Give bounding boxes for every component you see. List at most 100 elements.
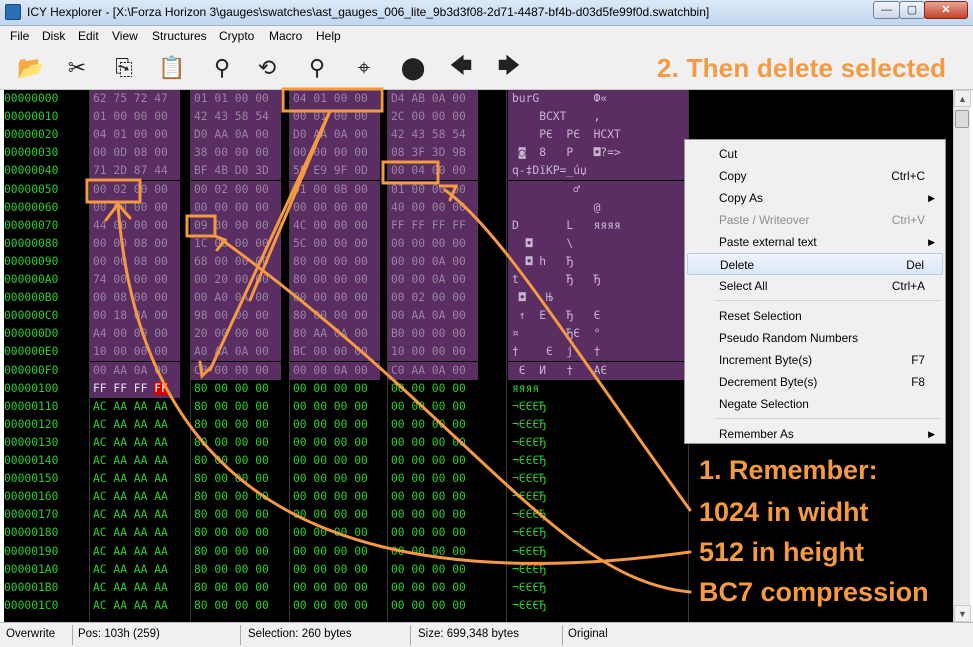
hex-group[interactable]: 80 00 00 00 xyxy=(191,506,281,524)
ascii-text[interactable]: BCXT , xyxy=(508,108,688,127)
vertical-scrollbar[interactable]: ▲ ▼ xyxy=(953,90,971,622)
hex-group[interactable]: 80 00 00 00 xyxy=(191,524,281,542)
hex-group[interactable]: AC AA AA AA xyxy=(90,398,180,416)
hex-group[interactable]: 00 00 00 00 xyxy=(388,380,478,398)
hex-group[interactable]: 00 00 00 00 xyxy=(290,452,380,470)
ascii-text[interactable]: @ xyxy=(508,198,688,217)
menu-macro[interactable]: Macro xyxy=(269,29,302,43)
hex-group[interactable]: 80 00 00 00 xyxy=(191,597,281,615)
scroll-thumb[interactable] xyxy=(955,110,969,128)
hex-group[interactable]: 80 00 00 00 xyxy=(191,416,281,434)
context-select-all[interactable]: Select All Ctrl+A xyxy=(687,275,943,297)
menu-crypto[interactable]: Crypto xyxy=(219,29,254,43)
hex-group[interactable]: 80 00 00 00 xyxy=(290,271,380,289)
hex-group[interactable]: 80 00 00 00 xyxy=(191,488,281,506)
ascii-text[interactable]: burG Ф« xyxy=(508,90,688,108)
minimize-button[interactable]: — xyxy=(873,1,900,19)
ascii-text[interactable]: Є И † АЄ xyxy=(508,361,688,380)
ascii-text[interactable]: ¬ЄЄЄЂ xyxy=(508,434,688,452)
hex-group[interactable]: B0 00 00 00 xyxy=(388,325,478,344)
hex-group[interactable]: 80 00 00 00 xyxy=(191,470,281,488)
hex-group[interactable]: 04 01 00 00 xyxy=(90,126,180,145)
hex-group[interactable]: 00 00 0A 00 xyxy=(290,361,380,380)
hex-group[interactable]: 2C 00 00 00 xyxy=(388,108,478,127)
hex-group[interactable]: AC AA AA AA xyxy=(90,434,180,452)
ascii-text[interactable]: ◘ Њ xyxy=(508,289,688,308)
copy-icon[interactable]: ⎘ xyxy=(107,52,141,84)
menu-file[interactable]: File xyxy=(10,29,29,43)
hex-group[interactable]: 40 00 00 00 xyxy=(388,198,478,217)
hex-group[interactable]: 00 00 00 00 xyxy=(290,416,380,434)
hex-group[interactable]: AC AA AA AA xyxy=(90,561,180,579)
hex-group[interactable]: FF FF FF FF xyxy=(90,379,180,398)
hex-group[interactable]: 00 00 00 00 xyxy=(388,416,478,434)
hex-group[interactable]: AC AA AA AA xyxy=(90,506,180,524)
hex-group[interactable]: D4 AB 0A 00 xyxy=(388,90,478,108)
hex-group[interactable]: 01 01 00 00 xyxy=(191,90,281,108)
ascii-text[interactable]: ◘ h Ђ xyxy=(508,252,688,271)
menu-edit[interactable]: Edit xyxy=(78,29,99,43)
hex-group[interactable]: 00 01 00 00 xyxy=(290,108,380,127)
hex-group[interactable]: 00 00 00 00 xyxy=(290,398,380,416)
menu-structures[interactable]: Structures xyxy=(152,29,207,43)
hex-group[interactable]: 00 00 00 00 xyxy=(90,198,180,217)
hex-group[interactable]: 00 00 00 00 xyxy=(290,470,380,488)
close-button[interactable]: ✕ xyxy=(924,1,968,19)
hex-group[interactable]: 00 00 00 00 xyxy=(290,380,380,398)
menu-help[interactable]: Help xyxy=(316,29,341,43)
hex-group[interactable]: 00 02 00 00 xyxy=(90,180,180,199)
hex-group[interactable]: D0 AA 0A 00 xyxy=(191,126,281,145)
hex-group[interactable]: 10 00 00 00 xyxy=(90,343,180,362)
ascii-text[interactable]: ¬ЄЄЄЂ xyxy=(508,452,688,470)
ascii-text[interactable]: ◘ \ xyxy=(508,234,688,253)
maximize-button[interactable]: ▢ xyxy=(899,1,925,19)
hex-group[interactable]: 00 00 00 00 xyxy=(388,597,478,615)
ascii-text[interactable]: ¬ЄЄЄЂ xyxy=(508,597,688,615)
ascii-text[interactable]: ¬ЄЄЄЂ xyxy=(508,524,688,542)
hex-group[interactable]: AC AA AA AA xyxy=(90,452,180,470)
scroll-down-icon[interactable]: ▼ xyxy=(954,605,971,622)
hex-group[interactable]: 00 00 00 00 xyxy=(388,434,478,452)
hex-group[interactable]: AC AA AA AA xyxy=(90,416,180,434)
hex-group[interactable]: 00 00 00 00 xyxy=(290,289,380,308)
hex-group[interactable]: 74 00 00 00 xyxy=(90,271,180,289)
hex-group[interactable]: 00 00 00 00 xyxy=(388,506,478,524)
find-next-icon[interactable]: ⚲ xyxy=(300,52,334,84)
menu-disk[interactable]: Disk xyxy=(42,29,65,43)
scissors-icon[interactable]: ✂ xyxy=(60,52,94,84)
forward-arrow-icon[interactable]: 🡆 xyxy=(492,52,526,84)
hex-group[interactable]: 00 00 00 00 xyxy=(290,506,380,524)
hex-group[interactable]: 00 A0 0A 00 xyxy=(191,289,281,308)
hex-group[interactable]: 00 00 00 00 xyxy=(388,452,478,470)
ascii-text[interactable]: ♂ xyxy=(508,180,688,199)
context-increment-byte-s[interactable]: Increment Byte(s) F7 xyxy=(687,349,943,371)
context-delete[interactable]: Delete Del xyxy=(687,253,943,275)
hex-group[interactable]: 00 00 08 00 xyxy=(90,252,180,271)
ascii-text[interactable]: ↑ E Ђ Є xyxy=(508,307,688,326)
ascii-text[interactable]: ¬ЄЄЄЂ xyxy=(508,470,688,488)
hex-group[interactable]: 4C 00 00 00 xyxy=(290,216,380,235)
ascii-text[interactable]: ¤ ЂЄ ° xyxy=(508,325,688,344)
hex-group[interactable]: 10 00 00 00 xyxy=(388,343,478,362)
hex-group[interactable]: AC AA AA AA xyxy=(90,470,180,488)
hex-group[interactable]: 80 00 00 00 xyxy=(191,561,281,579)
ascii-text[interactable]: ¬ЄЄЄЂ xyxy=(508,398,688,416)
context-paste-writeover[interactable]: Paste / Writeover Ctrl+V xyxy=(687,209,943,231)
search-icon[interactable]: ⚲ xyxy=(205,52,239,84)
hex-group[interactable]: 00 18 0A 00 xyxy=(90,307,180,326)
hex-group[interactable]: 00 00 00 00 xyxy=(290,198,380,217)
hex-group[interactable]: 00 00 00 00 xyxy=(388,561,478,579)
hex-group[interactable]: 44 00 00 00 xyxy=(90,216,180,235)
hex-group[interactable]: 5E E9 9F 0D xyxy=(290,162,380,181)
hex-group[interactable]: 20 00 00 00 xyxy=(191,325,281,344)
context-cut[interactable]: Cut xyxy=(687,143,943,165)
hex-group[interactable]: 04 01 00 00 xyxy=(290,90,380,108)
record-icon[interactable]: ⬤ xyxy=(396,52,430,84)
hex-group[interactable]: 00 00 0A 00 xyxy=(388,252,478,271)
hex-group[interactable]: 00 00 00 00 xyxy=(388,524,478,542)
hex-group[interactable]: AC AA AA AA xyxy=(90,524,180,542)
hex-group[interactable]: 00 AA 0A 00 xyxy=(90,361,180,380)
hex-group[interactable]: FF FF FF FF xyxy=(388,216,478,235)
ascii-text[interactable]: ¬ЄЄЄЂ xyxy=(508,488,688,506)
hex-group[interactable]: BF 4B D0 3D xyxy=(191,162,281,181)
